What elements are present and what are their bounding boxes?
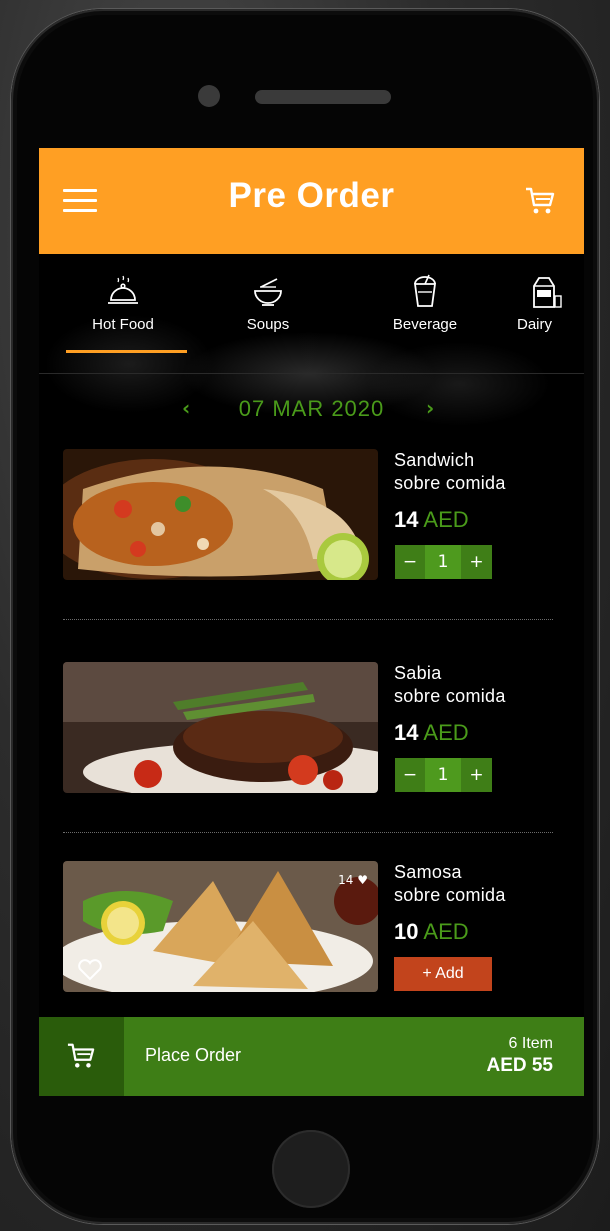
- app-screen: Pre Order Hot Food Soups Beverage Dairy …: [39, 148, 584, 1096]
- item-separator: [63, 832, 553, 833]
- like-count-badge: 14 ♥: [338, 873, 368, 887]
- steak-food-image: [63, 662, 378, 793]
- app-bar: Pre Order: [39, 148, 584, 254]
- bottom-cart-wrap[interactable]: [39, 1017, 124, 1096]
- item-description: sobre comida: [394, 885, 506, 905]
- wrap-food-image: [63, 449, 378, 580]
- menu-item: Sabia sobre comida 14 AED − 1 +: [63, 662, 563, 794]
- tab-label: Soups: [246, 316, 290, 333]
- cloche-icon: [108, 275, 138, 304]
- item-name: Sandwich: [394, 450, 475, 470]
- category-divider: [39, 373, 584, 374]
- add-to-cart-button[interactable]: + Add: [394, 957, 492, 991]
- item-description: sobre comida: [394, 686, 506, 706]
- qty-value: 1: [425, 545, 461, 579]
- item-image-wrap[interactable]: [63, 662, 378, 793]
- samosa-food-image: [63, 861, 378, 992]
- menu-item: Sandwich sobre comida 14 AED − 1 +: [63, 449, 563, 581]
- earpiece-speaker: [255, 90, 391, 104]
- heart-outline-icon[interactable]: [77, 959, 103, 981]
- beverage-cup-icon: [413, 274, 437, 307]
- decrease-qty-button[interactable]: −: [395, 758, 425, 792]
- tab-soups[interactable]: Soups: [208, 274, 328, 333]
- date-selector: 07 MAR 2020 ‹ ›: [39, 396, 584, 426]
- quantity-stepper: − 1 +: [395, 758, 492, 792]
- cart-icon: [67, 1043, 95, 1068]
- item-image-wrap[interactable]: [63, 449, 378, 580]
- active-tab-indicator: [66, 350, 187, 353]
- item-separator: [63, 619, 553, 620]
- tab-hot-food[interactable]: Hot Food: [63, 274, 183, 333]
- heart-filled-icon: ♥: [357, 873, 368, 887]
- increase-qty-button[interactable]: +: [461, 545, 492, 579]
- menu-item: 14 ♥ Samosa sobre comida 10 AED + Add: [63, 861, 563, 993]
- tab-label: Dairy: [517, 316, 553, 333]
- price-currency: AED: [423, 507, 469, 532]
- tab-label: Hot Food: [92, 316, 154, 333]
- selected-date: 07 MAR 2020: [238, 396, 385, 421]
- item-info: Sabia sobre comida 14 AED − 1 +: [394, 662, 564, 792]
- place-order-bar[interactable]: Place Order 6 Item AED 55: [39, 1017, 584, 1096]
- item-price: 10 AED: [394, 919, 564, 945]
- tab-beverage[interactable]: Beverage: [365, 274, 485, 333]
- decrease-qty-button[interactable]: −: [395, 545, 425, 579]
- item-info: Samosa sobre comida 10 AED + Add: [394, 861, 564, 991]
- item-image-wrap[interactable]: 14 ♥: [63, 861, 378, 992]
- price-currency: AED: [423, 720, 469, 745]
- price-amount: 14: [394, 720, 419, 745]
- item-price: 14 AED: [394, 507, 564, 533]
- next-date-icon[interactable]: ›: [426, 396, 434, 420]
- item-info: Sandwich sobre comida 14 AED − 1 +: [394, 449, 564, 579]
- price-amount: 10: [394, 919, 419, 944]
- price-amount: 14: [394, 507, 419, 532]
- item-name: Sabia: [394, 663, 442, 683]
- place-order-label[interactable]: Place Order: [145, 1045, 241, 1066]
- like-count: 14: [338, 873, 354, 887]
- tab-dairy[interactable]: Dairy: [517, 274, 584, 333]
- item-description: sobre comida: [394, 473, 506, 493]
- category-tabs: Hot Food Soups Beverage Dairy: [39, 254, 584, 374]
- tab-label: Beverage: [392, 316, 458, 333]
- price-currency: AED: [423, 919, 469, 944]
- milk-carton-icon: [533, 277, 562, 308]
- cart-icon[interactable]: [524, 186, 556, 216]
- item-count: 6 Item: [508, 1035, 553, 1052]
- qty-value: 1: [425, 758, 461, 792]
- front-camera: [198, 85, 220, 107]
- item-price: 14 AED: [394, 720, 564, 746]
- item-name: Samosa: [394, 862, 462, 882]
- home-button[interactable]: [272, 1130, 350, 1208]
- page-title: Pre Order: [228, 176, 395, 215]
- quantity-stepper: − 1 +: [395, 545, 492, 579]
- increase-qty-button[interactable]: +: [461, 758, 492, 792]
- soup-bowl-icon: [254, 278, 282, 306]
- order-total: AED 55: [486, 1055, 553, 1076]
- prev-date-icon[interactable]: ‹: [182, 396, 190, 420]
